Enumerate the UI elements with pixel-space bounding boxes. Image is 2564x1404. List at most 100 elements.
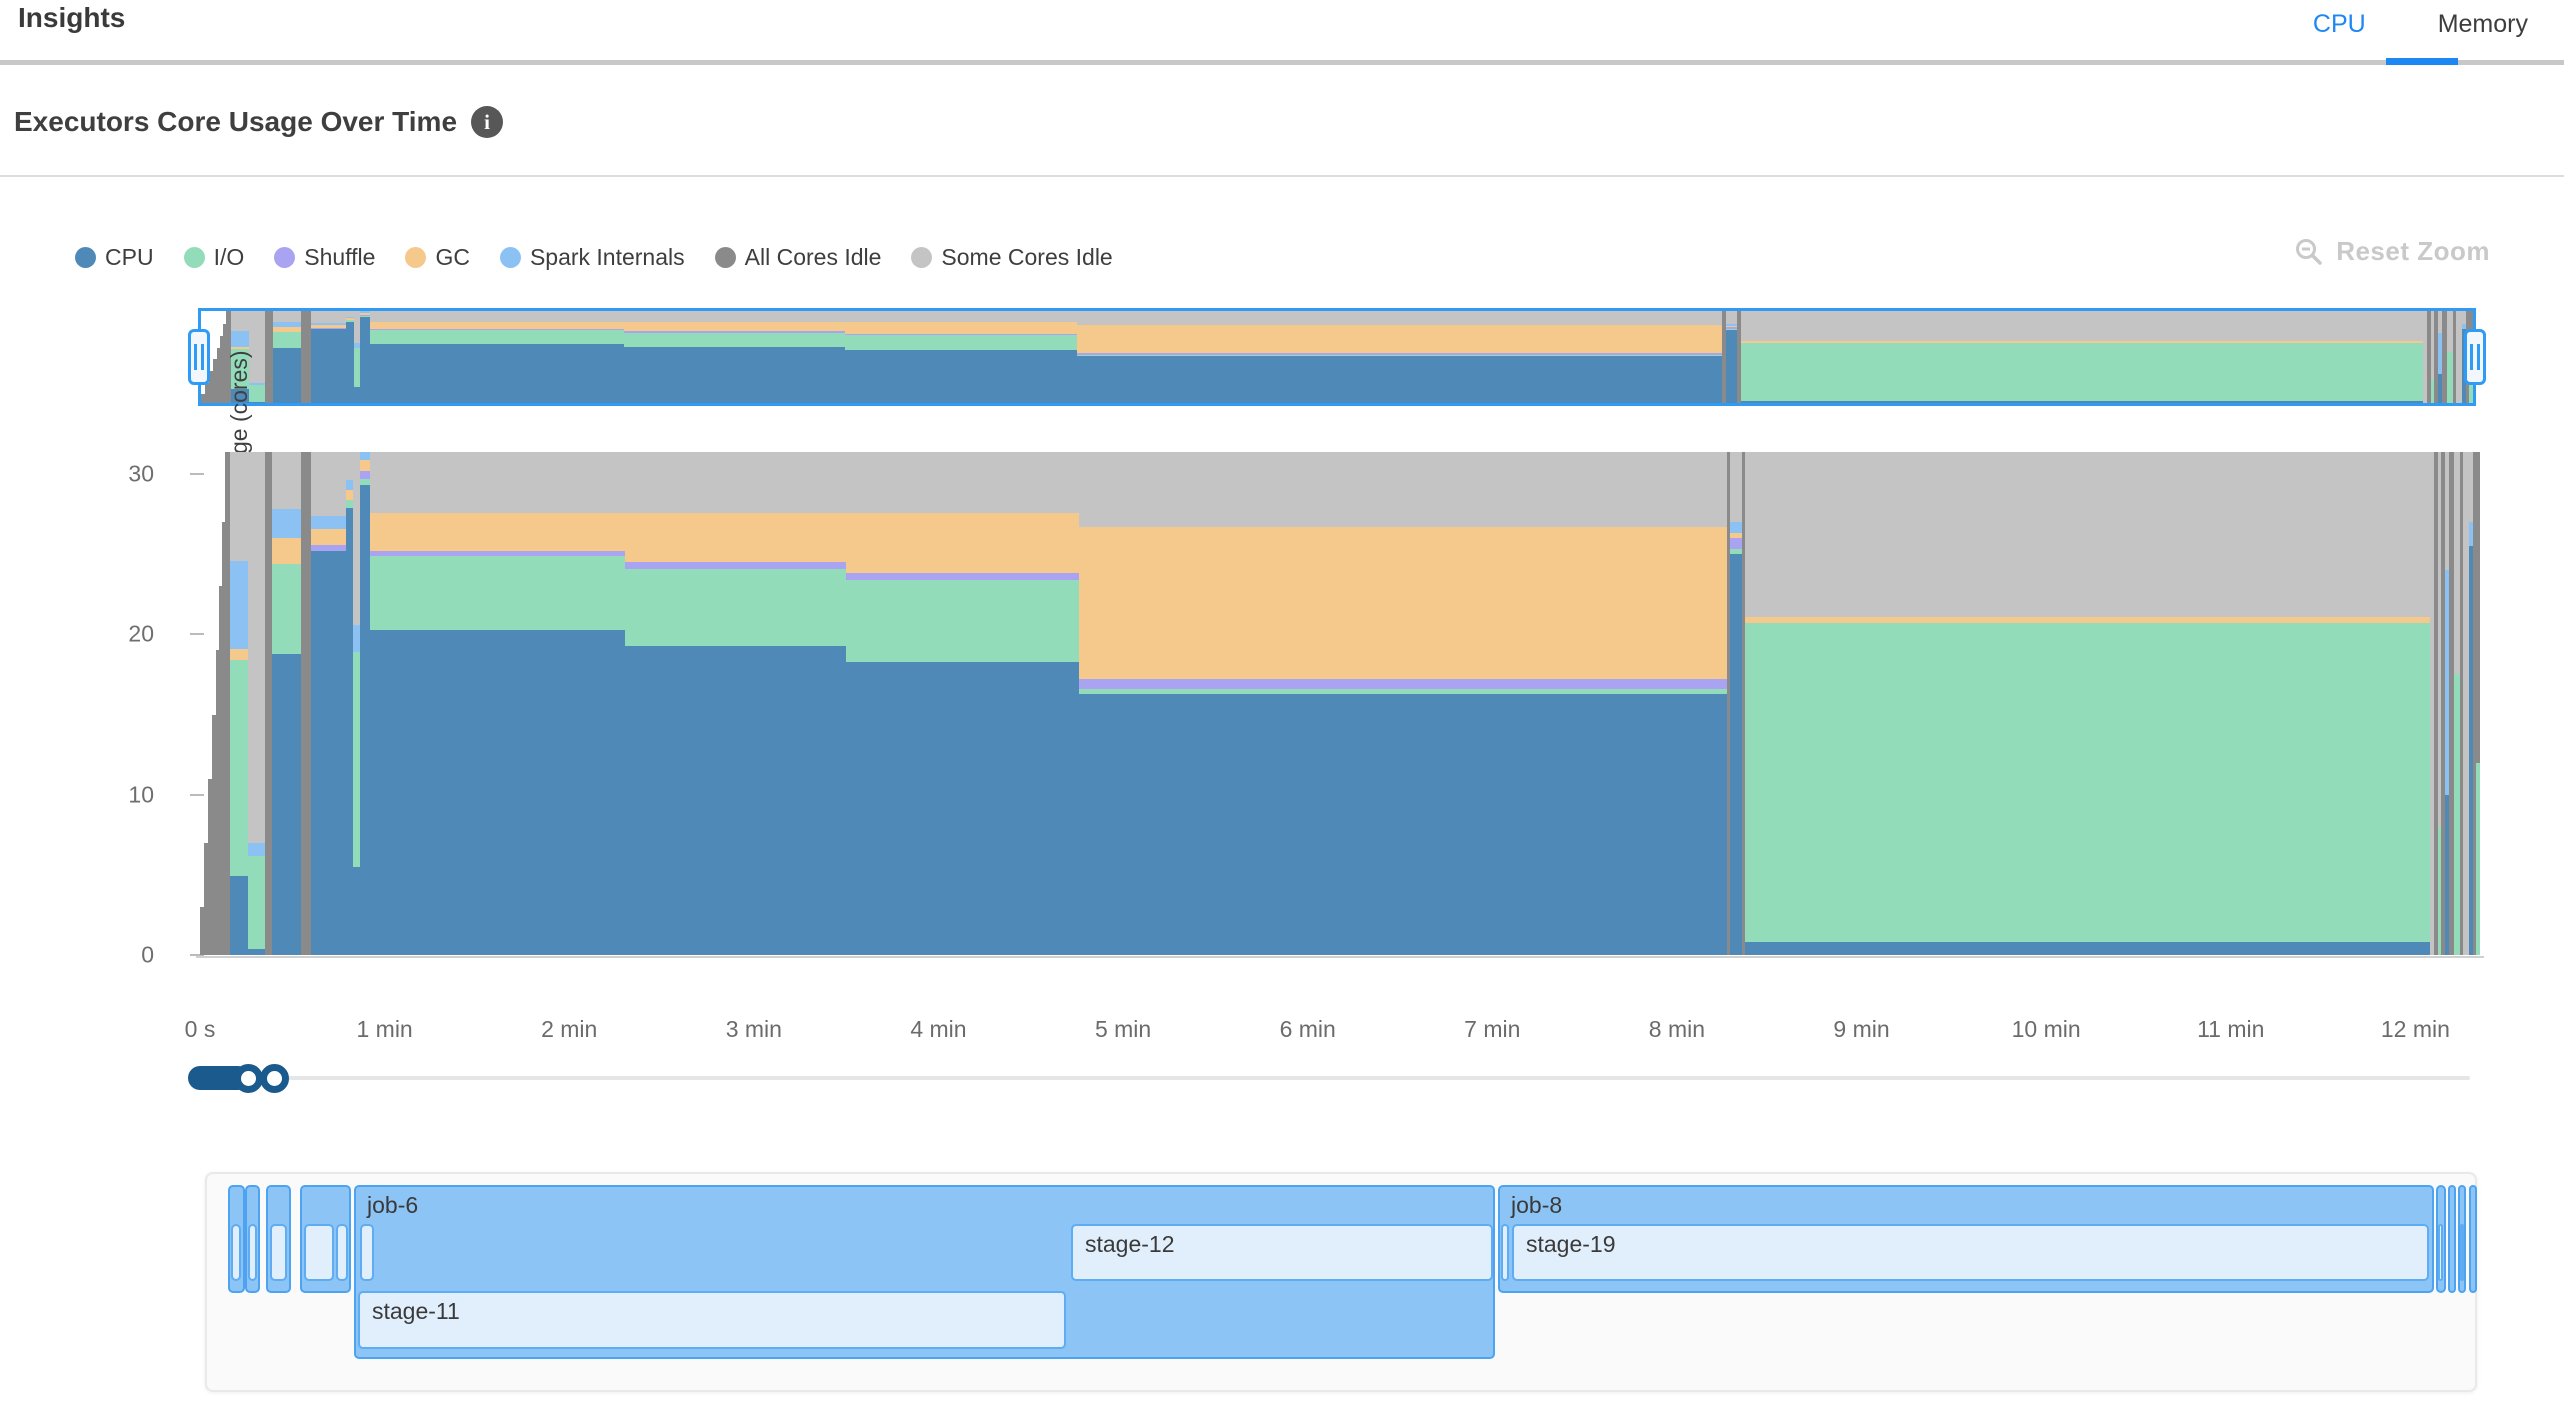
chart-area-segment-gc (370, 513, 625, 551)
stage-label: stage-12 (1085, 1231, 1175, 1258)
chart-area-segment-internals (1726, 324, 1737, 326)
chart-area-segment-io (846, 580, 1079, 662)
slider-handle-right[interactable] (260, 1064, 289, 1093)
chart-area-segment-gc (1741, 341, 2424, 342)
stage-bar[interactable] (360, 1224, 374, 1281)
chart-area-segment-all_idle (2476, 452, 2480, 763)
x-tick-label: 8 min (1649, 1016, 1705, 1043)
chart-area-segment-some_idle (370, 311, 624, 322)
chart-area-segment-internals (272, 509, 301, 538)
chart-area-segment-shuffle (846, 573, 1079, 579)
legend-item-gc[interactable]: GC (405, 244, 470, 271)
gc-legend-dot-icon (405, 247, 426, 268)
chart-legend: CPU I/O Shuffle GC Spark Internals All Cores … (75, 244, 1113, 271)
chart-area-segment-gc (346, 318, 353, 320)
tab-cpu[interactable]: CPU (2307, 6, 2372, 43)
job-bar[interactable] (2448, 1185, 2456, 1293)
chart-area-segment-cpu (845, 350, 1077, 403)
legend-item-all_idle[interactable]: All Cores Idle (715, 244, 882, 271)
chart-area-segment-cpu (230, 876, 248, 955)
chart-area-segment-gc (230, 649, 248, 660)
x-tick-label: 7 min (1464, 1016, 1520, 1043)
chart-area-segment-gc (624, 322, 845, 331)
stage-bar-stage-19[interactable]: stage-19 (1512, 1224, 2429, 1281)
stage-bar[interactable] (336, 1224, 348, 1281)
header-divider (0, 60, 2564, 65)
overview-plot (201, 311, 2473, 403)
chart-area-segment-gc (846, 513, 1079, 574)
legend-item-cpu[interactable]: CPU (75, 244, 154, 271)
chart-area-segment-cpu (1741, 401, 2424, 403)
chart-area-segment-some_idle (1726, 311, 1737, 324)
chart-area-segment-internals (248, 843, 265, 856)
legend-item-io[interactable]: I/O (184, 244, 245, 271)
stage-bar[interactable] (231, 1224, 241, 1281)
chart-area-segment-gc (845, 322, 1077, 333)
stage-bar-stage-12[interactable]: stage-12 (1071, 1224, 1493, 1281)
chart-area-segment-some_idle (311, 311, 346, 323)
chart-area-segment-all_idle (265, 311, 272, 403)
stage-bar[interactable] (304, 1224, 334, 1281)
stage-bar[interactable] (2438, 1224, 2443, 1281)
chart-area-segment-all_idle (301, 311, 311, 403)
stage-bar[interactable] (2460, 1224, 2464, 1281)
legend-label: Spark Internals (530, 244, 685, 271)
legend-item-shuffle[interactable]: Shuffle (274, 244, 375, 271)
main-chart-plot[interactable] (200, 450, 2480, 955)
job-bar[interactable] (2469, 1185, 2477, 1293)
chart-area-segment-shuffle (360, 471, 370, 479)
chart-area-segment-io (273, 332, 302, 348)
job-label: job-8 (1511, 1192, 1562, 1219)
chart-area-segment-gc (1079, 527, 1727, 679)
chart-area-segment-cpu (370, 630, 625, 955)
overview-brush-chart[interactable] (198, 308, 2476, 406)
legend-item-some_idle[interactable]: Some Cores Idle (911, 244, 1112, 271)
chart-area-segment-some_idle (1730, 452, 1741, 523)
reset-zoom-label: Reset Zoom (2336, 236, 2490, 267)
stage-bar[interactable] (270, 1224, 287, 1281)
chart-area-segment-cpu (272, 654, 301, 955)
chart-area-segment-io (1745, 623, 2430, 942)
stage-bar[interactable] (1501, 1224, 1509, 1281)
brush-handle-left[interactable] (188, 329, 210, 385)
y-tick-label: 30 (128, 461, 154, 488)
chart-area-segment-shuffle (1726, 327, 1737, 329)
y-tick-label: 20 (128, 621, 154, 648)
chart-area-segment-some_idle (346, 311, 353, 316)
chart-area-segment-cpu (1726, 330, 1737, 403)
reset-zoom-button[interactable]: Reset Zoom (2294, 236, 2490, 267)
legend-item-internals[interactable]: Spark Internals (500, 244, 685, 271)
chart-area-segment-io (1726, 329, 1737, 330)
info-icon[interactable]: i (471, 106, 503, 138)
stage-bar-stage-11[interactable]: stage-11 (358, 1291, 1066, 1349)
tab-memory[interactable]: Memory (2432, 6, 2534, 43)
chart-area-segment-shuffle (311, 545, 346, 551)
chart-area-segment-gc (360, 313, 370, 315)
x-tick-label: 2 min (541, 1016, 597, 1043)
chart-area-segment-cpu (846, 662, 1079, 955)
stage-bar[interactable] (248, 1224, 257, 1281)
shuffle-legend-dot-icon (274, 247, 295, 268)
chart-area-segment-gc (1730, 533, 1741, 538)
chart-area-segment-gc (272, 538, 301, 564)
time-range-slider[interactable] (188, 1058, 2472, 1098)
chart-area-segment-some_idle (625, 452, 847, 513)
x-tick-label: 6 min (1280, 1016, 1336, 1043)
brush-handle-right[interactable] (2464, 329, 2486, 385)
all_idle-legend-dot-icon (715, 247, 736, 268)
chart-area-segment-some_idle (273, 311, 302, 322)
chart-area-segment-cpu (311, 329, 346, 403)
chart-area-segment-io (1730, 549, 1741, 554)
y-axis: 0102030 (0, 450, 184, 955)
some_idle-legend-dot-icon (911, 247, 932, 268)
chart-area-segment-io (845, 335, 1077, 350)
chart-area-segment-shuffle (360, 315, 370, 316)
chart-area-segment-io (346, 320, 353, 321)
legend-label: CPU (105, 244, 154, 271)
slider-handle-left[interactable] (234, 1064, 263, 1093)
chart-area-segment-gc (1077, 325, 1723, 353)
chart-area-segment-io (230, 660, 248, 876)
slider-track[interactable] (188, 1076, 2470, 1080)
chart-area-segment-io (1077, 355, 1723, 356)
chart-area-segment-shuffle (311, 328, 346, 329)
